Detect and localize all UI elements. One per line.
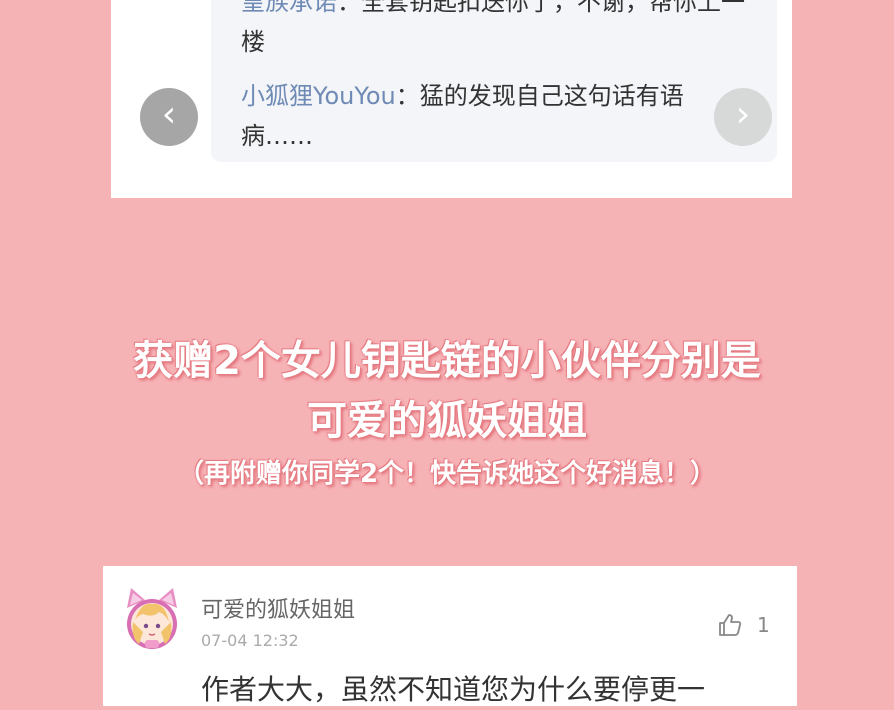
announcement-winner: 可爱的狐妖姐姐 bbox=[307, 398, 587, 444]
avatar[interactable] bbox=[119, 586, 185, 652]
reply-author[interactable]: 皇族承诺 bbox=[241, 0, 337, 16]
reply-separator: ： bbox=[395, 82, 420, 110]
thumbs-up-icon bbox=[719, 614, 742, 636]
comment-username[interactable]: 可爱的狐妖姐姐 bbox=[201, 592, 355, 624]
reply-separator: ： bbox=[337, 0, 361, 16]
announcement-title: 获赠2个女儿钥匙链的小伙伴分别是 bbox=[133, 338, 761, 384]
reply-item[interactable]: 皇族承诺：全套钥匙扣送你了，不谢，帮你上一楼 bbox=[241, 0, 751, 62]
comment-card: 可爱的狐妖姐姐 07-04 12:32 1 作者大大，虽然不知道您为什么要停更一 bbox=[103, 566, 797, 706]
like-count: 1 bbox=[757, 613, 770, 637]
next-button[interactable]: › bbox=[714, 88, 772, 146]
comment-timestamp: 07-04 12:32 bbox=[201, 631, 299, 650]
announcement-note: （再附赠你同学2个！快告诉她这个好消息！） bbox=[177, 459, 717, 489]
comment-text: 作者大大，虽然不知道您为什么要停更一 bbox=[201, 673, 706, 706]
cat-ear-avatar-icon bbox=[127, 588, 177, 649]
reply-thread-card: 皇族承诺：全套钥匙扣送你了，不谢，帮你上一楼 小狐狸YouYou：猛的发现自己这… bbox=[111, 0, 792, 198]
reply-author[interactable]: 小狐狸YouYou bbox=[241, 82, 396, 110]
chevron-right-icon: › bbox=[735, 94, 751, 135]
chevron-left-icon: ‹ bbox=[161, 94, 177, 135]
previous-button[interactable]: ‹ bbox=[140, 88, 198, 146]
reply-list: 皇族承诺：全套钥匙扣送你了，不谢，帮你上一楼 小狐狸YouYou：猛的发现自己这… bbox=[211, 0, 777, 162]
reply-item[interactable]: 小狐狸YouYou：猛的发现自己这句话有语病…… bbox=[241, 76, 751, 156]
like-button[interactable]: 1 bbox=[717, 612, 770, 638]
